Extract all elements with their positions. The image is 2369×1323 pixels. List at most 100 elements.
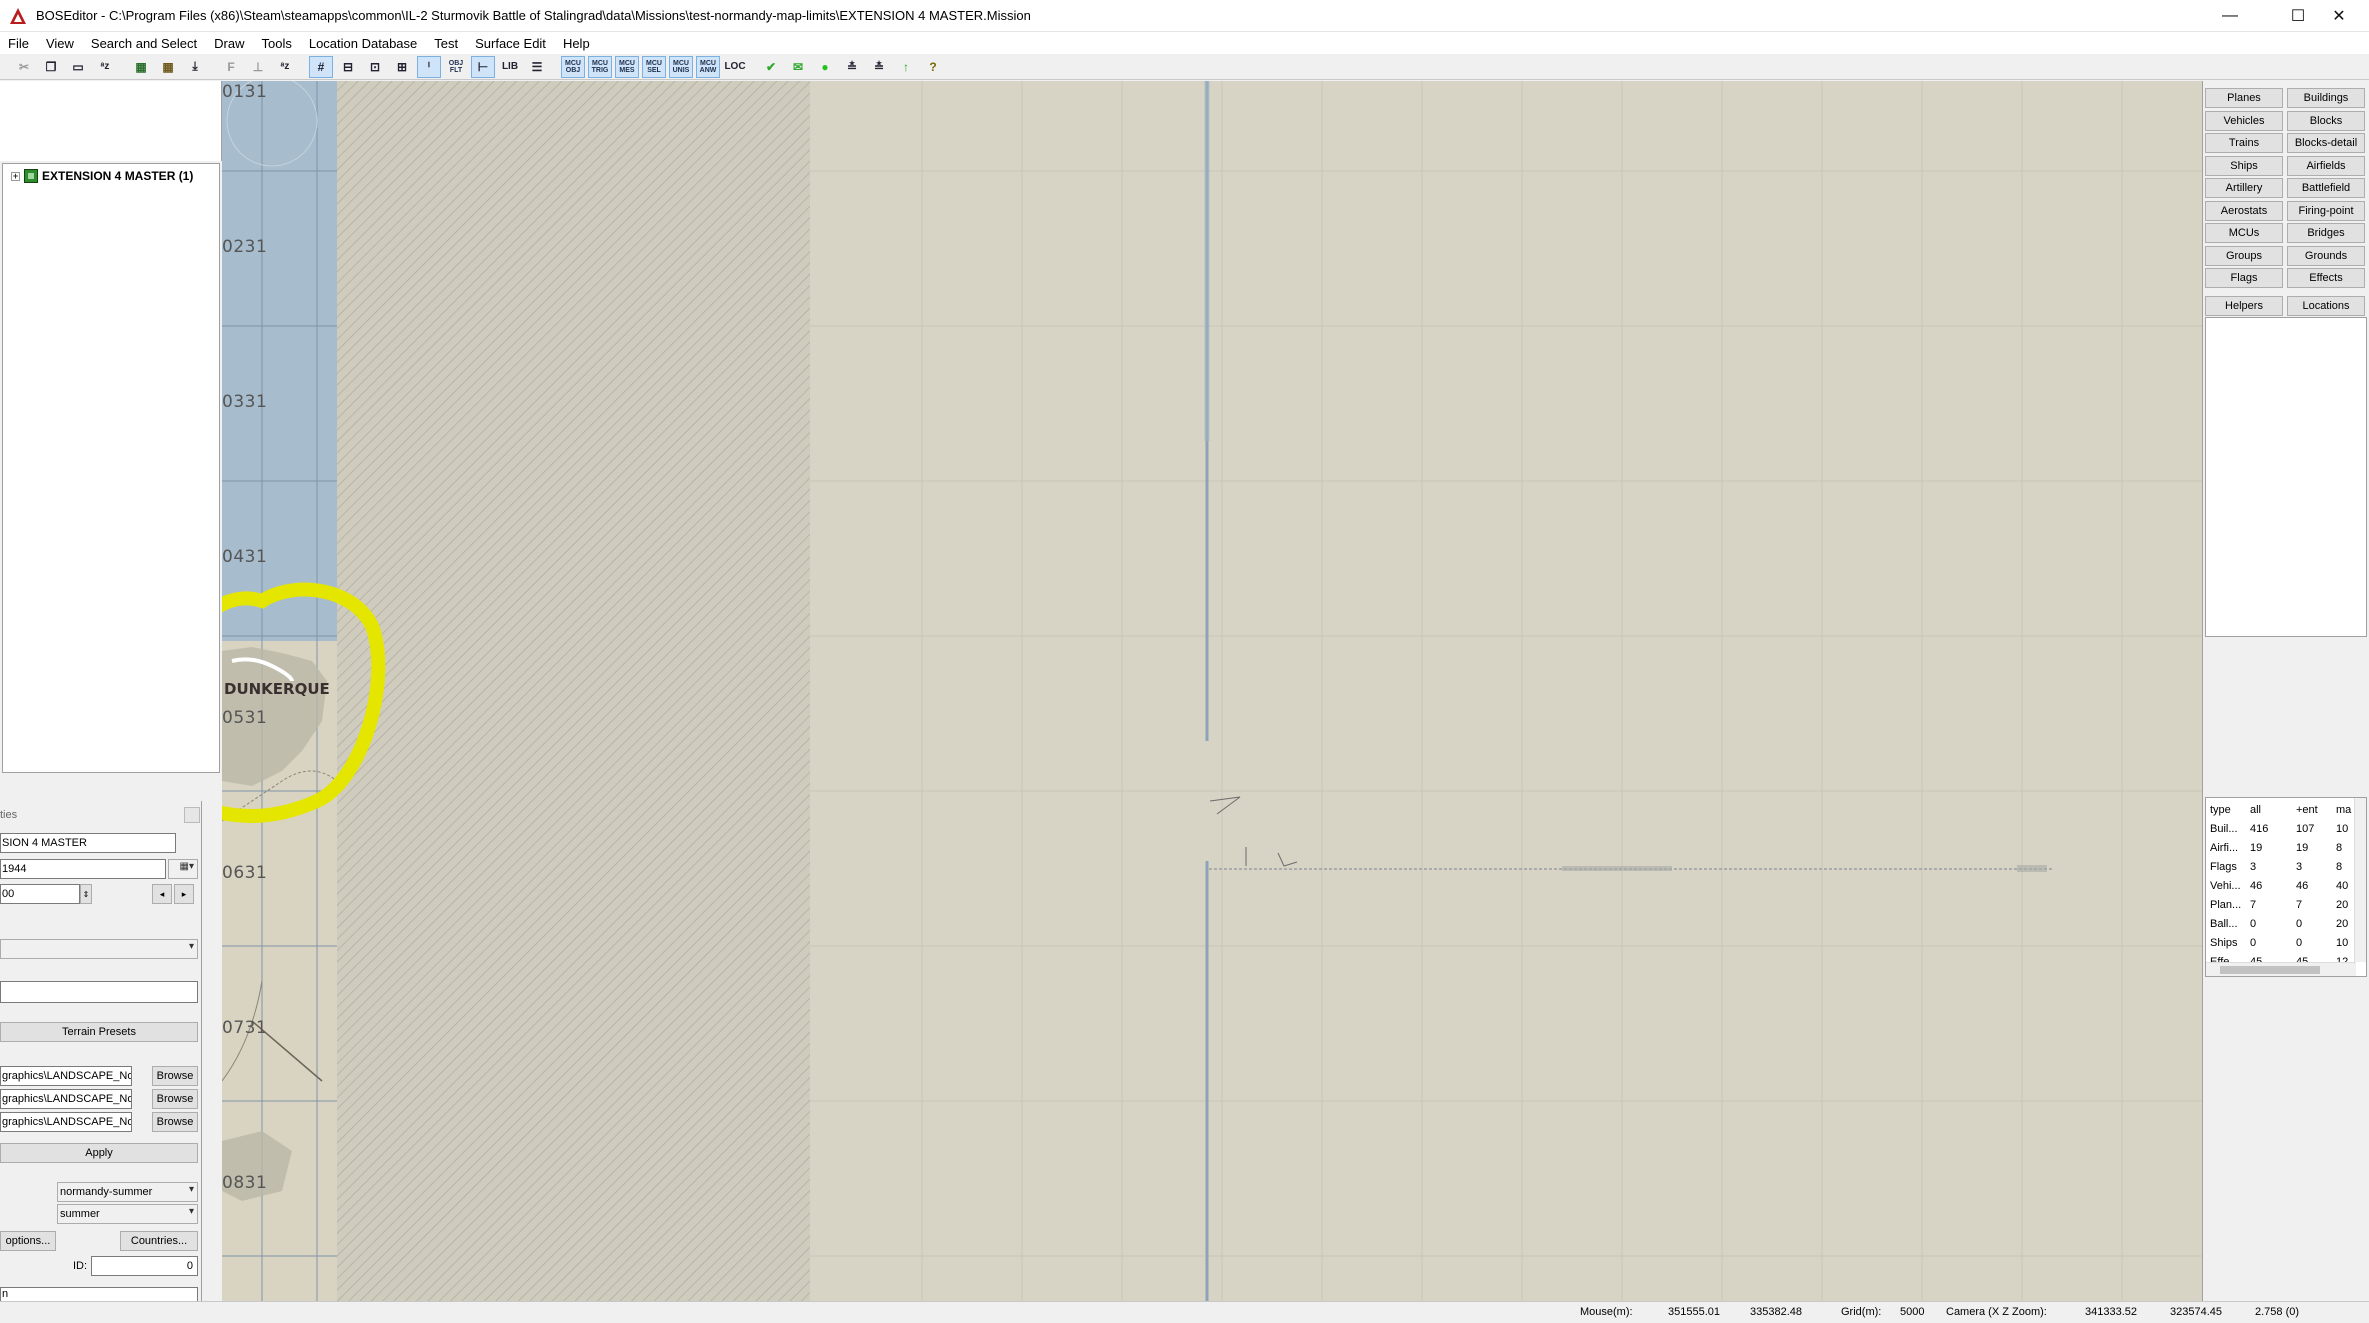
map-select[interactable]: normandy-summer ▾ <box>57 1182 198 1202</box>
palette-button-ships[interactable]: Ships <box>2205 155 2283 176</box>
palette-button-effects[interactable]: Effects <box>2287 268 2365 288</box>
palette-button-trains[interactable]: Trains <box>2205 133 2283 153</box>
cut-icon[interactable]: ✂ <box>12 56 36 78</box>
stats-header-all[interactable]: all <box>2250 800 2296 819</box>
sort-az-icon[interactable]: ᵃz <box>273 56 297 78</box>
palette-button-groups[interactable]: Groups <box>2205 245 2283 266</box>
palette-button-planes[interactable]: Planes <box>2205 88 2283 108</box>
stats-horizontal-scrollbar[interactable] <box>2206 962 2356 976</box>
mcu-unis-button[interactable]: MCU UNIS <box>669 55 693 78</box>
calendar-dropdown[interactable]: ▦▾ <box>168 859 198 879</box>
palette-button-aerostats[interactable]: Aerostats <box>2205 200 2283 221</box>
menu-help[interactable]: Help <box>563 36 599 51</box>
map-icon[interactable]: ▦ <box>129 56 153 78</box>
font-icon[interactable]: F <box>219 56 243 78</box>
info-icon[interactable]: ⁱ <box>417 55 441 78</box>
browse-button-3[interactable]: Browse <box>152 1112 198 1132</box>
menu-view[interactable]: View <box>46 36 83 51</box>
stats-row[interactable]: Plan... 7 7 20 <box>2210 895 2360 914</box>
stats-row[interactable]: Flags 3 3 8 <box>2210 857 2360 876</box>
locations-button[interactable]: Locations <box>2287 296 2365 316</box>
menu-test[interactable]: Test <box>434 36 467 51</box>
menu-surface-edit[interactable]: Surface Edit <box>475 36 555 51</box>
generic-text-field[interactable] <box>0 981 198 1003</box>
menu-location-database[interactable]: Location Database <box>309 36 426 51</box>
menu-draw[interactable]: Draw <box>214 36 253 51</box>
download-icon[interactable]: ⤓ <box>183 56 207 78</box>
date-field[interactable]: 1944 <box>0 859 166 879</box>
countries-button[interactable]: Countries... <box>120 1231 198 1251</box>
mcu-sel-button[interactable]: MCU SEL <box>642 55 666 78</box>
envelope-icon[interactable]: ✉ <box>786 56 810 78</box>
palette-button-grounds[interactable]: Grounds <box>2287 245 2365 266</box>
ground-icon[interactable]: ⊥ <box>246 56 270 78</box>
time-field[interactable]: 00 <box>0 884 80 904</box>
map-canvas[interactable] <box>222 81 2202 1301</box>
frame-icon[interactable]: ⊟ <box>336 56 360 78</box>
palette-button-bridges[interactable]: Bridges <box>2287 223 2365 243</box>
mcu-mes-button[interactable]: MCU MES <box>615 55 639 78</box>
layers-icon[interactable]: ☰ <box>525 56 549 78</box>
palette-button-blocks-detail[interactable]: Blocks-detail <box>2287 133 2365 153</box>
stats-header-type[interactable]: type <box>2210 800 2250 819</box>
check-icon[interactable]: ✔ <box>759 56 783 78</box>
mission-name-field[interactable]: SION 4 MASTER <box>0 833 176 853</box>
landscape-path-2[interactable]: graphics\LANDSCAPE_Norm <box>0 1089 132 1109</box>
generic-dropdown[interactable]: ▾ <box>0 939 198 959</box>
distribute-icon[interactable]: ≛ <box>867 56 891 78</box>
mcu-trig-button[interactable]: MCU TRIG <box>588 55 612 78</box>
loc-button[interactable]: LOC <box>723 56 747 78</box>
expand-icon[interactable]: + <box>11 171 20 181</box>
landscape-path-3[interactable]: graphics\LANDSCAPE_Norm <box>0 1112 132 1132</box>
properties-close-button[interactable] <box>184 807 200 823</box>
map-view[interactable]: 0131 0231 0331 0431 0531 0631 0731 0831 … <box>222 81 2202 1301</box>
object-list[interactable] <box>2205 317 2367 637</box>
mcu-obj-button[interactable]: MCU OBJ <box>561 55 585 78</box>
stats-row[interactable]: Buil... 416 107 10 <box>2210 819 2360 838</box>
stats-table[interactable]: type all +ent ma Buil... 416 107 10 Airfi...… <box>2205 797 2367 977</box>
browse-button-1[interactable]: Browse <box>152 1066 198 1086</box>
tree-icon[interactable]: ⊢ <box>471 55 495 78</box>
green-dot-icon[interactable]: ● <box>813 56 837 78</box>
obj-filter-button[interactable]: OBJ FLT <box>444 56 468 78</box>
scroll-thumb[interactable] <box>2220 966 2320 974</box>
select-icon[interactable]: ⊡ <box>363 56 387 78</box>
stats-row[interactable]: Ships 0 0 10 <box>2210 933 2360 952</box>
helpers-button[interactable]: Helpers <box>2205 296 2283 316</box>
id-field[interactable]: 0 <box>91 1256 198 1276</box>
stats-row[interactable]: Airfi... 19 19 8 <box>2210 838 2360 857</box>
prev-button[interactable]: ◂ <box>152 884 172 904</box>
lib-button[interactable]: LIB <box>498 56 522 78</box>
minimize-button[interactable]: — <box>2200 0 2260 32</box>
stats-header-ent[interactable]: +ent <box>2296 800 2336 819</box>
stats-vertical-scrollbar[interactable] <box>2354 798 2366 962</box>
landscape-path-1[interactable]: graphics\LANDSCAPE_Norm <box>0 1066 132 1086</box>
palette-button-buildings[interactable]: Buildings <box>2287 88 2365 108</box>
menu-file[interactable]: File <box>8 36 38 51</box>
left-splitter[interactable] <box>0 775 222 801</box>
sort-icon[interactable]: ᵃz <box>93 56 117 78</box>
mission-tree[interactable]: + EXTENSION 4 MASTER (1) <box>2 163 220 773</box>
terrain-presets-button[interactable]: Terrain Presets <box>0 1022 198 1042</box>
menu-search-and-select[interactable]: Search and Select <box>91 36 206 51</box>
options-button[interactable]: options... <box>0 1231 56 1251</box>
paste-icon[interactable]: ▭ <box>66 56 90 78</box>
time-spinner[interactable]: ⇕ <box>80 884 92 904</box>
menu-tools[interactable]: Tools <box>261 36 300 51</box>
palette-button-battlefield[interactable]: Battlefield <box>2287 178 2365 198</box>
copy-icon[interactable]: ❐ <box>39 56 63 78</box>
grid-icon[interactable]: # <box>309 55 333 78</box>
stats-row[interactable]: Vehi... 46 46 40 <box>2210 876 2360 895</box>
close-button[interactable]: ✕ <box>2309 0 2369 32</box>
palette-button-artillery[interactable]: Artillery <box>2205 178 2283 198</box>
map-export-icon[interactable]: ▦ <box>156 56 180 78</box>
palette-button-airfields[interactable]: Airfields <box>2287 155 2365 176</box>
mcu-anw-button[interactable]: MCU ANW <box>696 55 720 78</box>
tree-root-node[interactable]: + EXTENSION 4 MASTER (1) <box>11 169 193 183</box>
stats-row[interactable]: Ball... 0 0 20 <box>2210 914 2360 933</box>
palette-button-vehicles[interactable]: Vehicles <box>2205 110 2283 131</box>
arrow-up-icon[interactable]: ↑ <box>894 56 918 78</box>
palette-button-mcus[interactable]: MCUs <box>2205 223 2283 243</box>
browse-button-2[interactable]: Browse <box>152 1089 198 1109</box>
palette-button-blocks[interactable]: Blocks <box>2287 110 2365 131</box>
